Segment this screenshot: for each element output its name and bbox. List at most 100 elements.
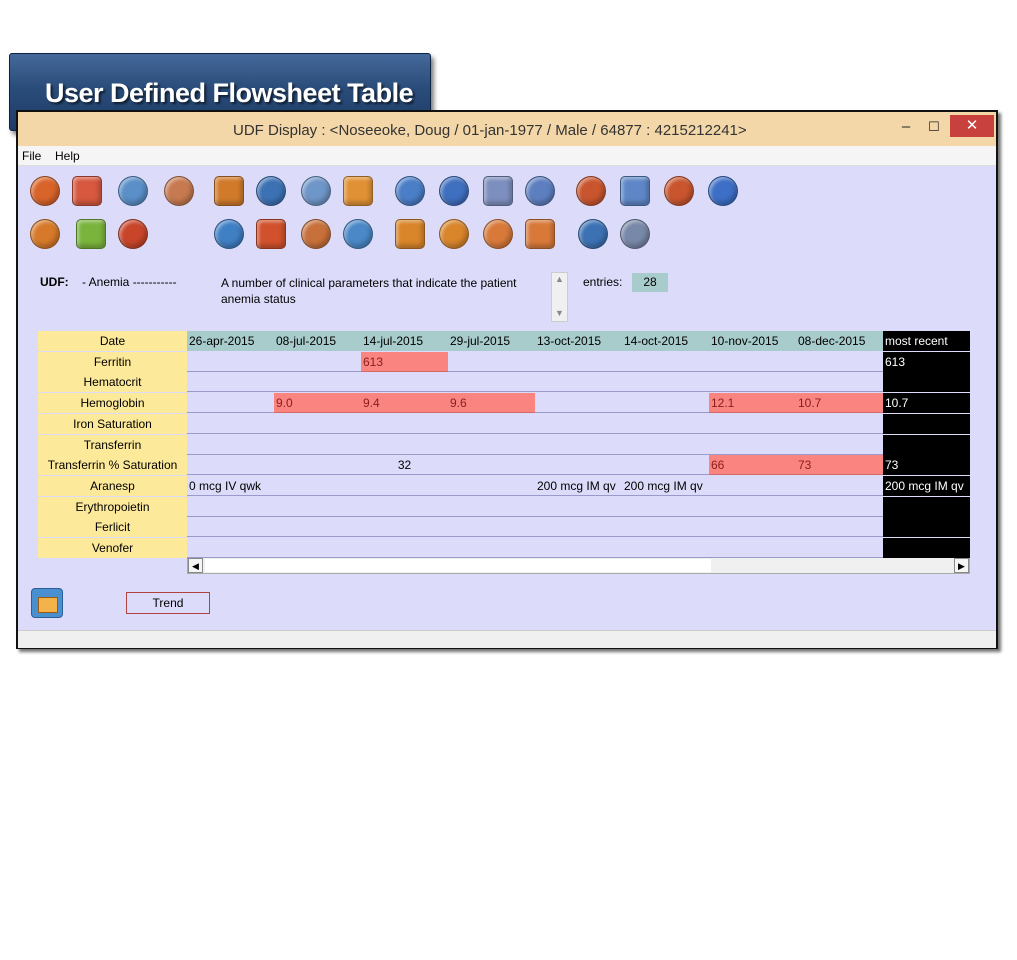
lab-search-icon[interactable] (620, 176, 650, 206)
column-header: 26-apr-2015 (187, 331, 274, 351)
column-header: 08-jul-2015 (274, 331, 361, 351)
column-header: 14-jul-2015 (361, 331, 448, 351)
most-recent-value: 200 mcg IM qv (883, 476, 970, 496)
menu-file[interactable]: File (22, 149, 41, 163)
doctor-icon[interactable] (30, 176, 60, 206)
pd-icon[interactable] (439, 219, 469, 249)
row-label: Venofer (38, 538, 187, 558)
table-row (187, 414, 883, 434)
hd-icon[interactable] (439, 176, 469, 206)
body-back-icon[interactable] (525, 219, 555, 249)
udf-description-text: A number of clinical parameters that ind… (221, 276, 517, 306)
entries-count: 28 (632, 273, 668, 292)
table-cell: 9.4 (361, 393, 448, 413)
most-recent-value (883, 372, 970, 392)
row-label: Iron Saturation (38, 414, 187, 434)
puzzle-icon[interactable] (214, 219, 244, 249)
table-cell: 9.6 (448, 393, 535, 413)
hand-icon[interactable] (483, 176, 513, 206)
most-recent-value (883, 435, 970, 455)
medkit-icon[interactable] (343, 176, 373, 206)
scroll-thumb[interactable] (205, 559, 711, 572)
date-header: Date (38, 331, 187, 351)
pills-icon[interactable] (72, 176, 102, 206)
calendar-icon[interactable] (30, 219, 60, 249)
trend-button[interactable]: Trend (126, 592, 210, 614)
table-row (187, 497, 883, 517)
scroll-up-arrow-icon[interactable]: ▲ (555, 274, 564, 284)
scroll-down-arrow-icon[interactable]: ▼ (555, 308, 564, 318)
chart-icon[interactable] (256, 176, 286, 206)
row-label: Ferlicit (38, 517, 187, 537)
table-cell: 0 mcg IV qwk (189, 479, 262, 493)
magnifier-icon[interactable] (620, 219, 650, 249)
notes-icon[interactable] (214, 176, 244, 206)
most-recent-value: 613 (883, 352, 970, 372)
table-cell: 12.1 (709, 393, 796, 413)
table-cell: 73 (796, 455, 883, 475)
column-header: 13-oct-2015 (535, 331, 622, 351)
handshake-icon[interactable] (164, 176, 194, 206)
row-label: Hemoglobin (38, 393, 187, 413)
most-recent-value (883, 517, 970, 537)
horizontal-scrollbar[interactable]: ◀ ▶ (187, 557, 970, 574)
scroll-left-arrow-icon[interactable]: ◀ (188, 558, 203, 573)
labs-icon[interactable] (576, 176, 606, 206)
udf-display-window: UDF Display : <Noseeoke, Doug / 01-jan-1… (16, 110, 998, 649)
maximize-button[interactable]: ☐ (924, 118, 944, 136)
table-cell: 200 mcg IM qv (624, 479, 703, 493)
body-front-icon[interactable] (483, 219, 513, 249)
row-label: Hematocrit (38, 372, 187, 392)
column-header: 10-nov-2015 (709, 331, 796, 351)
row-label: Erythropoietin (38, 497, 187, 517)
table-row (187, 352, 883, 372)
scroll-right-arrow-icon[interactable]: ▶ (954, 558, 969, 573)
most-recent-header: most recent (883, 331, 970, 351)
lab-results-icon[interactable] (664, 176, 694, 206)
table-cell: 10.7 (796, 393, 883, 413)
title-bar[interactable]: UDF Display : <Noseeoke, Doug / 01-jan-1… (18, 112, 996, 146)
home-icon[interactable] (343, 219, 373, 249)
clock-icon[interactable] (525, 176, 555, 206)
menu-bar: File Help (18, 146, 996, 166)
document-flag-icon[interactable] (301, 219, 331, 249)
table-cell: 66 (709, 455, 796, 475)
banner-title: User Defined Flowsheet Table (45, 78, 414, 108)
most-recent-value (883, 497, 970, 517)
entries-label: entries: (583, 275, 623, 289)
row-label: Transferrin (38, 435, 187, 455)
flowsheet-table: ◀ ▶ Date 26-apr-2015 08-jul-2015 14-jul-201… (38, 331, 970, 574)
bar-graph-icon[interactable] (578, 219, 608, 249)
pd-schedule-icon[interactable] (395, 219, 425, 249)
open-folder-icon[interactable] (31, 588, 63, 618)
most-recent-value: 73 (883, 455, 970, 475)
close-button[interactable]: ✕ (950, 115, 994, 137)
stethoscope-icon[interactable] (118, 176, 148, 206)
apple-icon[interactable] (256, 219, 286, 249)
hd-schedule-icon[interactable] (395, 176, 425, 206)
minimize-button[interactable]: – (896, 118, 916, 136)
row-label: Transferrin % Saturation (38, 455, 187, 475)
row-label: Ferritin (38, 352, 187, 372)
udf-label: UDF: (40, 275, 69, 289)
status-bar (18, 630, 996, 648)
column-header: 29-jul-2015 (448, 331, 535, 351)
contact-book-icon[interactable] (118, 219, 148, 249)
table-cell: 32 (397, 458, 412, 472)
help-icon[interactable] (708, 176, 738, 206)
menu-help[interactable]: Help (55, 149, 80, 163)
window-title: UDF Display : <Noseeoke, Doug / 01-jan-1… (233, 122, 747, 139)
table-row (187, 435, 883, 455)
udf-description: A number of clinical parameters that ind… (218, 273, 568, 323)
dollar-icon[interactable] (76, 219, 106, 249)
row-label: Aranesp (38, 476, 187, 496)
column-header: 08-dec-2015 (796, 331, 883, 351)
table-row (187, 538, 883, 558)
udf-name: - Anemia ----------- (82, 275, 177, 289)
most-recent-value (883, 538, 970, 558)
column-header: 14-oct-2015 (622, 331, 709, 351)
table-row (187, 372, 883, 392)
most-recent-value: 10.7 (883, 393, 970, 413)
description-scrollbar[interactable]: ▲ ▼ (551, 272, 568, 322)
print-icon[interactable] (301, 176, 331, 206)
